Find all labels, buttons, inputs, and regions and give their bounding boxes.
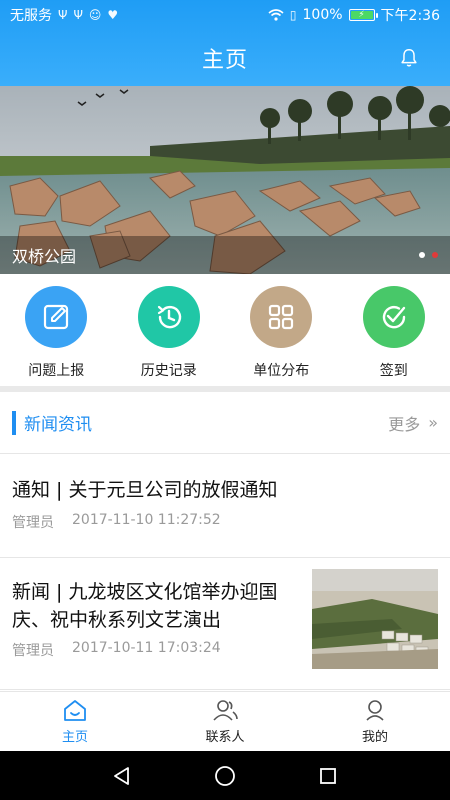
battery-icon: ⚡ [348, 9, 378, 21]
tab-label: 联系人 [205, 730, 245, 745]
news-list-item[interactable]: 新闻 | 九龙坡区文化馆举办迎国庆、祝中秋系列文艺演出 管理员 2017-10-… [0, 558, 450, 690]
carrier-text: 无服务 [10, 8, 52, 24]
news-headline: 新闻 | 九龙坡区文化馆举办迎国庆、祝中秋系列文艺演出 [12, 581, 278, 631]
action-label: 签到 [379, 363, 408, 379]
carousel-dot[interactable] [432, 252, 438, 258]
news-time: 2017-10-11 17:03:24 [72, 640, 221, 656]
news-author: 管理员 [12, 643, 54, 659]
usb-icon: Ψ [73, 8, 83, 22]
tab-home[interactable]: 主页 [0, 692, 150, 751]
news-meta: 管理员 2017-11-10 11:27:52 [12, 512, 221, 532]
page-title: 主页 [201, 48, 248, 73]
home-circle-icon [215, 765, 235, 786]
bottom-tab-bar: 主页 联系人 我的 [0, 691, 450, 751]
section-accent-bar [12, 410, 16, 435]
status-bar: 无服务 Ψ Ψ ☺ ♥ ▯ 100% ⚡ 下午2:36 [0, 0, 450, 30]
contacts-icon [213, 700, 238, 721]
double-chevron-right-icon: » [428, 413, 438, 432]
home-icon [64, 700, 86, 721]
news-time: 2017-11-10 11:27:52 [72, 512, 221, 528]
news-headline: 通知 | 关于元旦公司的放假通知 [12, 479, 278, 501]
sim-icon: ▯ [289, 8, 297, 22]
banner-caption-bar: 双桥公园 [0, 236, 450, 274]
tab-label: 主页 [61, 730, 88, 745]
news-list-item[interactable]: 通知 | 关于元旦公司的放假通知 管理员 2017-11-10 11:27:52 [0, 454, 450, 558]
history-icon [137, 286, 200, 348]
grid-icon [250, 286, 313, 348]
unit-distribution-button[interactable]: 单位分布 [225, 274, 338, 386]
history-button[interactable]: 历史记录 [113, 274, 226, 386]
usb-icon: Ψ [58, 8, 68, 22]
news-author: 管理员 [12, 515, 54, 531]
wifi-icon [268, 9, 284, 21]
more-news-link[interactable]: 更多 » [388, 411, 438, 435]
quick-actions: 问题上报 历史记录 单位分布 签到 [0, 274, 450, 386]
home-nav-button[interactable] [210, 761, 240, 791]
action-label: 问题上报 [28, 363, 85, 379]
check-in-button[interactable]: 签到 [338, 274, 450, 386]
tab-label: 我的 [361, 730, 388, 745]
carousel-dot-active[interactable] [419, 252, 425, 258]
edit-icon [25, 286, 88, 348]
user-icon [366, 700, 384, 721]
banner-carousel[interactable]: 双桥公园 [0, 86, 450, 274]
action-label: 单位分布 [253, 363, 310, 379]
carousel-dots[interactable] [419, 252, 438, 258]
news-thumbnail [312, 569, 438, 669]
news-section-header: 新闻资讯 更多 » [0, 392, 450, 454]
top-bar: 无服务 Ψ Ψ ☺ ♥ ▯ 100% ⚡ 下午2:36 主页 [0, 0, 450, 86]
news-meta: 管理员 2017-10-11 17:03:24 [12, 640, 221, 660]
battery-percent: 100% [302, 7, 343, 23]
face-icon: ☺ [88, 8, 102, 22]
more-label: 更多 [388, 414, 421, 434]
system-nav-bar [0, 751, 450, 800]
recents-square-icon [320, 767, 337, 784]
app-header: 主页 [0, 30, 450, 86]
back-button[interactable] [107, 761, 137, 791]
back-triangle-icon [113, 766, 129, 785]
check-circle-icon [362, 286, 425, 348]
recents-button[interactable] [313, 761, 343, 791]
tab-me[interactable]: 我的 [300, 692, 450, 751]
news-section-title: 新闻资讯 [24, 415, 92, 435]
bell-icon[interactable] [398, 47, 420, 69]
action-label: 历史记录 [140, 363, 197, 379]
heart-icon: ♥ [107, 8, 119, 22]
banner-caption: 双桥公园 [12, 247, 77, 266]
report-issue-button[interactable]: 问题上报 [0, 274, 113, 386]
tab-contacts[interactable]: 联系人 [150, 692, 300, 751]
clock: 下午2:36 [380, 8, 440, 24]
